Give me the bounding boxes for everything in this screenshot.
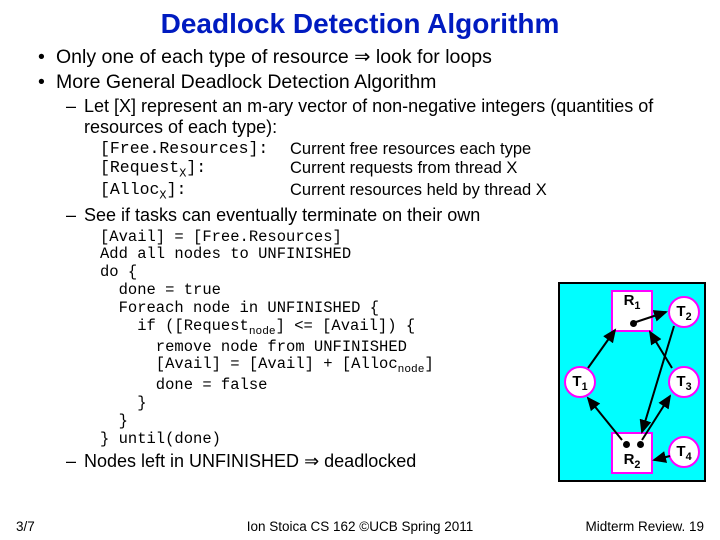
code-l11: } — [100, 412, 128, 430]
code-l4: done = true — [100, 281, 221, 299]
def-term-3b: ]: — [167, 180, 187, 199]
def-desc-2: Current requests from thread X — [290, 159, 517, 178]
sub-bullet-1: Let [X] represent an m-ary vector of non… — [66, 96, 698, 138]
T3-label: T — [676, 373, 685, 390]
R2-sub: 2 — [634, 459, 640, 471]
T4-label: T — [676, 443, 685, 460]
def-desc-1: Current free resources each type — [290, 140, 531, 159]
R1-token — [630, 320, 637, 327]
def-term-3-sub: X — [159, 189, 166, 203]
R1-label: R — [624, 292, 635, 309]
R1-sub: 1 — [634, 300, 640, 312]
resource-graph-diagram: R1 R2 T1 T2 T3 T4 — [558, 282, 706, 482]
resource-R2: R2 — [611, 432, 653, 474]
code-l3: do { — [100, 263, 137, 281]
code-l9: done = false — [100, 376, 267, 394]
bullet-1-text-b: look for loops — [370, 46, 491, 68]
thread-T3: T3 — [668, 366, 700, 398]
footer-right: Midterm Review. 19 — [585, 519, 704, 534]
code-l8a: [Avail] = [Avail] + [Alloc — [100, 355, 398, 373]
R2-token-2 — [637, 441, 644, 448]
code-l12: } until(done) — [100, 430, 221, 448]
code-l7: remove node from UNFINISHED — [100, 338, 407, 356]
T1-label: T — [572, 373, 581, 390]
code-l8-sub: node — [398, 364, 425, 376]
thread-T1: T1 — [564, 366, 596, 398]
sub3-pre: Nodes left in UNFINISHED — [84, 451, 304, 471]
R2-label: R — [624, 451, 635, 468]
thread-T4: T4 — [668, 436, 700, 468]
sub-bullet-2: See if tasks can eventually terminate on… — [66, 205, 698, 226]
def-row-3: [AllocX]: Current resources held by threa… — [100, 181, 698, 203]
code-l6a: if ([Request — [100, 317, 249, 335]
def-row-2: [RequestX]:Current requests from thread … — [100, 159, 698, 181]
def-row-1: [Free.Resources]: Current free resources … — [100, 140, 698, 159]
def-term-2b: ]: — [186, 158, 206, 177]
code-l10: } — [100, 394, 147, 412]
code-l2: Add all nodes to UNFINISHED — [100, 245, 351, 263]
T2-sub: 2 — [686, 311, 692, 323]
T4-sub: 4 — [686, 451, 692, 463]
code-l6b: ] <= [Avail]) { — [276, 317, 416, 335]
R2-token-1 — [623, 441, 630, 448]
bullet-2: More General Deadlock Detection Algorith… — [38, 71, 698, 94]
code-l6-sub: node — [249, 326, 276, 338]
arrow-glyph: ⇒ — [354, 46, 370, 68]
T2-label: T — [676, 303, 685, 320]
T1-sub: 1 — [582, 381, 588, 393]
code-l5: Foreach node in UNFINISHED { — [100, 299, 379, 317]
thread-T2: T2 — [668, 296, 700, 328]
def-term-3a: [Alloc — [100, 180, 159, 199]
bullet-1: Only one of each type of resource ⇒ look… — [38, 46, 698, 69]
def-term-1: [Free.Resources]: — [100, 139, 268, 158]
sub3-post: deadlocked — [319, 451, 416, 471]
code-l8b: ] — [424, 355, 433, 373]
arrow-glyph-2: ⇒ — [304, 451, 319, 471]
def-desc-3: Current resources held by thread X — [290, 181, 547, 200]
resource-R1: R1 — [611, 290, 653, 332]
T3-sub: 3 — [686, 381, 692, 393]
def-term-2a: [Request — [100, 158, 179, 177]
code-l1: [Avail] = [Free.Resources] — [100, 228, 342, 246]
bullet-1-text-a: Only one of each type of resource — [56, 46, 354, 68]
slide-title: Deadlock Detection Algorithm — [0, 0, 720, 40]
